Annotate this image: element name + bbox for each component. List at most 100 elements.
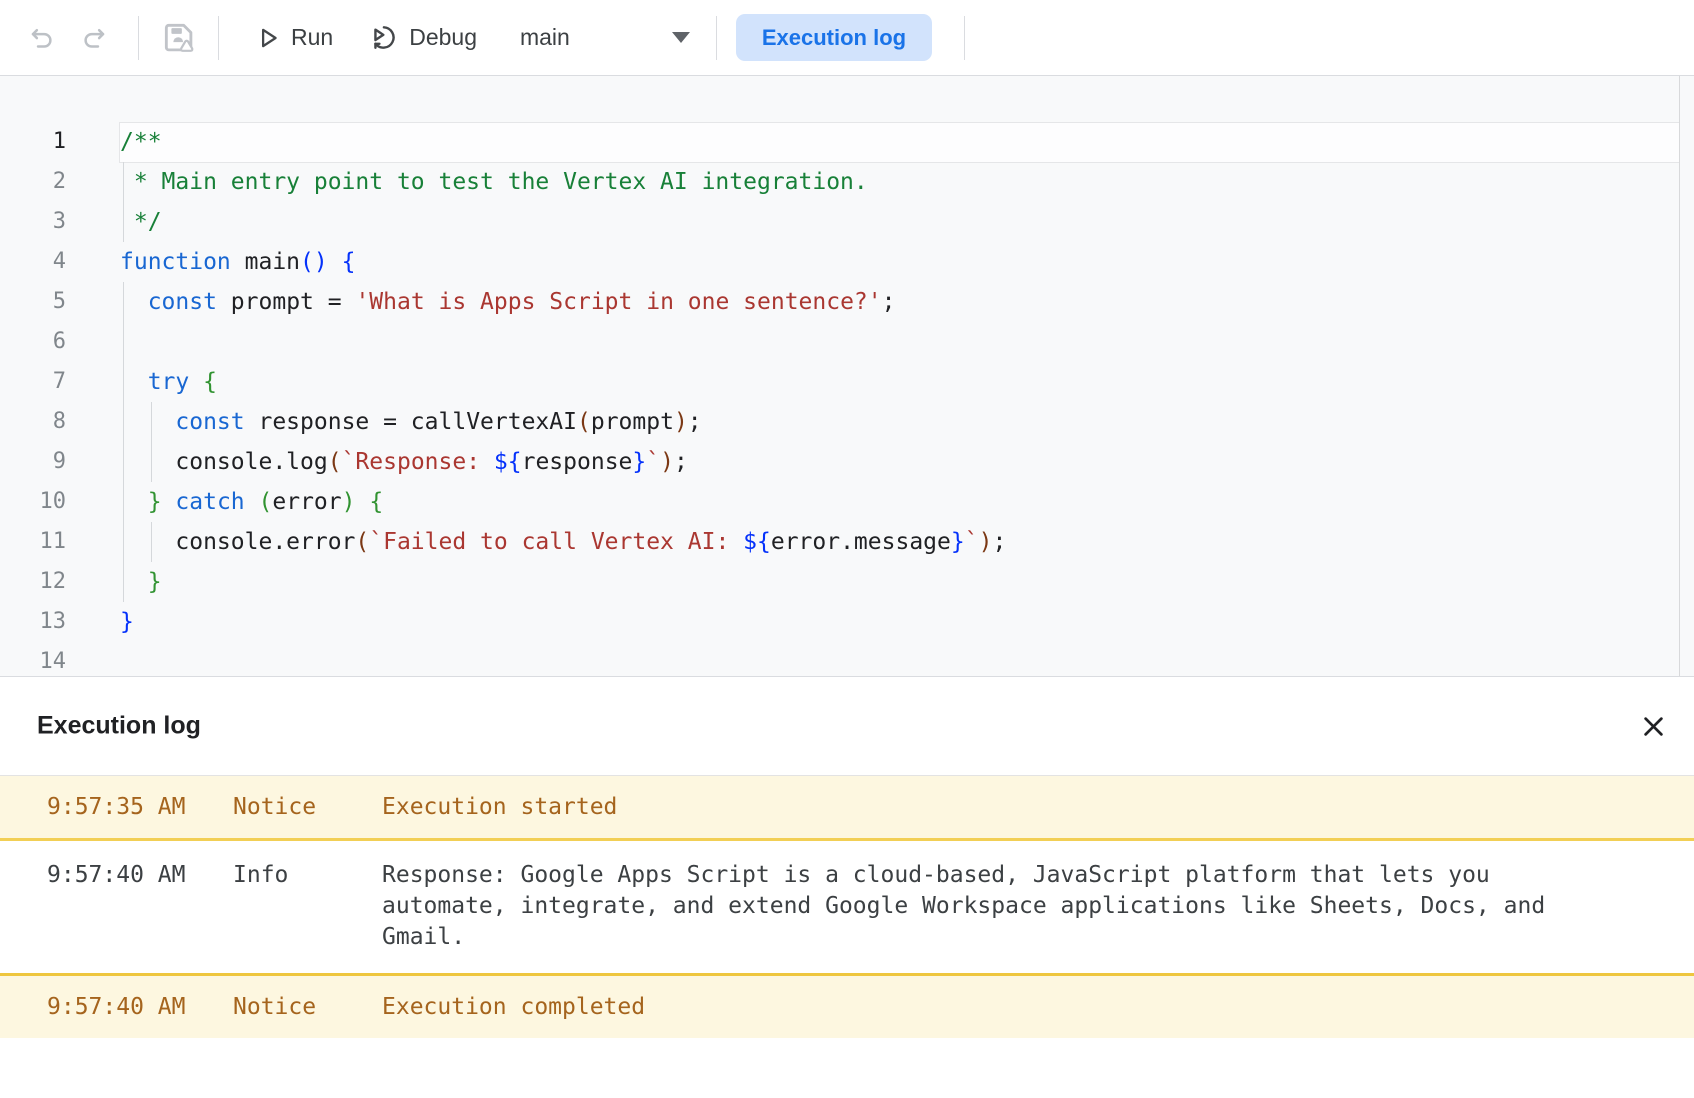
execution-log-button[interactable]: Execution log	[736, 14, 932, 61]
code-line[interactable]: const response = callVertexAI(prompt);	[120, 402, 702, 442]
code-token-plain	[189, 369, 203, 395]
line-number[interactable]: 8	[0, 402, 66, 442]
save-button[interactable]	[160, 19, 198, 57]
close-icon	[1640, 713, 1667, 740]
log-message: Execution started	[382, 776, 1582, 838]
line-number[interactable]: 14	[0, 642, 66, 677]
code-token-plain: ;	[674, 449, 688, 475]
code-token-b3: )	[674, 409, 688, 435]
code-token-string: `Response:	[342, 449, 494, 475]
code-token-b1: }	[120, 609, 134, 635]
code-token-plain	[120, 489, 148, 515]
code-token-keyword: catch	[175, 489, 244, 515]
code-token-plain: error.message	[771, 529, 951, 555]
code-token-plain	[356, 489, 370, 515]
chevron-down-icon	[672, 32, 690, 43]
code-token-plain: prompt =	[217, 289, 355, 315]
line-number[interactable]: 1	[0, 122, 66, 162]
line-number[interactable]: 4	[0, 242, 66, 282]
code-token-plain	[120, 409, 175, 435]
close-execution-log-button[interactable]	[1633, 706, 1673, 746]
log-timestamp: 9:57:40 AM	[47, 976, 185, 1038]
line-number[interactable]: 13	[0, 602, 66, 642]
toolbar-divider	[716, 16, 717, 60]
code-token-b2: }	[148, 569, 162, 595]
line-number[interactable]: 9	[0, 442, 66, 482]
code-token-plain	[328, 249, 342, 275]
editor-scrollbar-boundary	[1679, 76, 1680, 676]
execution-log-panel: Execution log 9:57:35 AMNoticeExecution …	[0, 677, 1694, 1098]
code-line[interactable]: function main() {	[120, 242, 355, 282]
code-token-plain: prompt	[591, 409, 674, 435]
line-number[interactable]: 6	[0, 322, 66, 362]
code-line[interactable]: }	[120, 562, 162, 602]
code-token-plain	[120, 289, 148, 315]
code-token-b3: (	[328, 449, 342, 475]
code-token-tpl: }	[951, 529, 965, 555]
code-token-comment: /**	[120, 129, 162, 155]
code-token-b1: {	[342, 249, 356, 275]
code-token-b2: )	[342, 489, 356, 515]
run-button[interactable]: Run	[255, 24, 333, 51]
log-entry: 9:57:40 AMInfoResponse: Google Apps Scri…	[0, 841, 1694, 973]
code-token-keyword: function	[120, 249, 231, 275]
code-token-plain: main	[231, 249, 300, 275]
toolbar-divider	[964, 16, 965, 60]
code-token-tpl: ${	[743, 529, 771, 555]
code-line[interactable]: } catch (error) {	[120, 482, 383, 522]
redo-button[interactable]	[80, 24, 107, 51]
code-token-b3: (	[355, 529, 369, 555]
debug-button[interactable]: Debug	[370, 23, 477, 52]
code-token-string: 'What is Apps Script in one sentence?'	[355, 289, 881, 315]
function-selector[interactable]: main	[520, 24, 690, 51]
line-number[interactable]: 3	[0, 202, 66, 242]
code-line[interactable]: const prompt = 'What is Apps Script in o…	[120, 282, 896, 322]
code-token-tpl: ${	[494, 449, 522, 475]
log-entry: 9:57:35 AMNoticeExecution started	[0, 775, 1694, 841]
execution-log-title: Execution log	[37, 712, 201, 741]
toolbar-divider	[218, 16, 219, 60]
log-message: Response: Google Apps Script is a cloud-…	[382, 860, 1582, 953]
code-line[interactable]: }	[120, 602, 134, 642]
save-icon	[160, 19, 198, 57]
line-number[interactable]: 12	[0, 562, 66, 602]
code-line[interactable]: console.error(`Failed to call Vertex AI:…	[120, 522, 1006, 562]
undo-button[interactable]	[29, 24, 56, 51]
code-token-b2: (	[259, 489, 273, 515]
code-line[interactable]: */	[120, 202, 162, 242]
line-number[interactable]: 2	[0, 162, 66, 202]
debug-icon	[370, 23, 399, 52]
code-token-string: `Failed to call Vertex AI:	[369, 529, 743, 555]
code-token-plain	[245, 489, 259, 515]
code-token-string: `	[646, 449, 660, 475]
line-number[interactable]: 10	[0, 482, 66, 522]
toolbar-divider	[138, 16, 139, 60]
code-token-plain: ;	[882, 289, 896, 315]
log-level: Notice	[233, 776, 316, 838]
code-line[interactable]: * Main entry point to test the Vertex AI…	[120, 162, 868, 202]
line-number[interactable]: 5	[0, 282, 66, 322]
log-message: Execution completed	[382, 976, 1582, 1038]
code-token-b2: }	[148, 489, 162, 515]
code-token-b2: {	[369, 489, 383, 515]
code-token-plain: response = callVertexAI	[245, 409, 577, 435]
line-number[interactable]: 11	[0, 522, 66, 562]
line-number[interactable]: 7	[0, 362, 66, 402]
code-token-keyword: try	[148, 369, 190, 395]
code-line[interactable]: /**	[120, 122, 162, 162]
code-line[interactable]: try {	[120, 362, 217, 402]
toolbar: Run Debug main Execution log	[0, 0, 1694, 76]
code-token-plain	[162, 489, 176, 515]
code-line[interactable]: console.log(`Response: ${response}`);	[120, 442, 688, 482]
code-token-tpl: }	[632, 449, 646, 475]
redo-icon	[80, 24, 107, 51]
code-token-b3: )	[979, 529, 993, 555]
code-token-plain	[120, 369, 148, 395]
run-button-label: Run	[291, 24, 333, 51]
code-token-plain: error	[272, 489, 341, 515]
code-token-b2: {	[203, 369, 217, 395]
code-editor[interactable]: 1234567891011121314 /** * Main entry poi…	[0, 76, 1694, 677]
code-token-plain: response	[522, 449, 633, 475]
code-token-b3: (	[577, 409, 591, 435]
function-selector-value: main	[520, 24, 570, 51]
